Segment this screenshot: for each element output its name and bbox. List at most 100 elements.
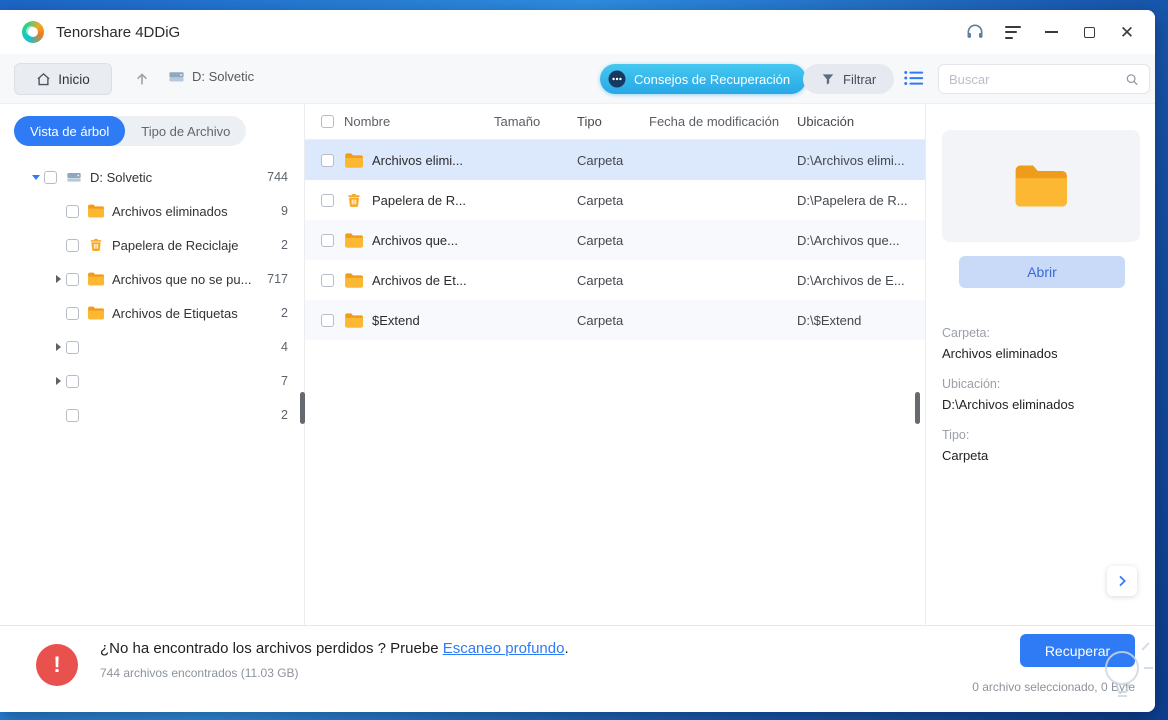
tab-file-type[interactable]: Tipo de Archivo — [125, 116, 246, 146]
column-header-name[interactable]: Nombre — [344, 114, 494, 129]
field-label-folder: Carpeta: — [942, 326, 990, 340]
row-checkbox[interactable] — [321, 153, 334, 167]
column-header-size[interactable]: Tamaño — [494, 114, 577, 129]
alert-icon: ! — [36, 644, 78, 686]
preview-panel: Abrir Carpeta: Archivos eliminados Ubica… — [925, 104, 1155, 625]
row-checkbox[interactable] — [321, 313, 334, 327]
preview-thumbnail — [942, 130, 1140, 242]
cell-name: Archivos que... — [372, 232, 458, 248]
tree-item-count: 7 — [281, 374, 288, 388]
maximize-icon — [1083, 26, 1095, 38]
minimize-button[interactable] — [1037, 18, 1065, 46]
maximize-button[interactable] — [1075, 18, 1103, 46]
cell-name: Archivos de Et... — [372, 272, 467, 288]
folder-icon — [88, 306, 105, 320]
row-checkbox[interactable] — [321, 273, 334, 287]
up-arrow-icon — [137, 73, 147, 85]
file-list: Nombre Tamaño Tipo Fecha de modificación… — [305, 104, 925, 625]
expand-arrow-icon[interactable] — [50, 271, 66, 287]
cell-location: D:\Archivos elimi... — [797, 152, 905, 168]
checkbox[interactable] — [66, 306, 79, 320]
tree-item[interactable]: Archivos que no se pu... 717 — [0, 262, 304, 296]
table-row[interactable]: Archivos elimi... Carpeta D:\Archivos elim… — [305, 140, 925, 180]
menu-button[interactable] — [999, 18, 1027, 46]
deep-scan-link[interactable]: Escaneo profundo — [443, 640, 565, 657]
table-row[interactable]: Archivos que... Carpeta D:\Archivos que... — [305, 220, 925, 260]
table-row[interactable]: Papelera de R... Carpeta D:\Papelera de R.… — [305, 180, 925, 220]
up-arrow-button[interactable] — [134, 71, 150, 92]
checkbox[interactable] — [66, 374, 79, 388]
trash-icon — [344, 192, 364, 209]
cell-type: Carpeta — [577, 192, 624, 208]
tree-item[interactable]: 4 — [0, 330, 304, 364]
list-view-button[interactable] — [903, 68, 925, 93]
trash-icon — [87, 237, 105, 253]
content-area: Vista de árbol Tipo de Archivo D: Solvet… — [0, 104, 1155, 625]
menu-icon — [1005, 25, 1021, 39]
filter-button[interactable]: Filtrar — [803, 64, 895, 94]
column-header-type[interactable]: Tipo — [577, 114, 649, 129]
checkbox[interactable] — [66, 204, 79, 218]
expand-arrow-icon[interactable] — [50, 373, 66, 389]
cell-type: Carpeta — [577, 272, 624, 288]
tree-item[interactable]: 2 — [0, 398, 304, 432]
headset-icon — [967, 24, 983, 38]
select-all-checkbox[interactable] — [321, 115, 334, 128]
open-button[interactable]: Abrir — [959, 256, 1125, 288]
tree-item[interactable]: Papelera de Reciclaje 2 — [0, 228, 304, 262]
table-scrollbar-thumb[interactable] — [915, 392, 920, 424]
tree-item-count: 4 — [281, 340, 288, 354]
expand-arrow-icon — [50, 237, 66, 253]
tree-item-count: 9 — [281, 204, 288, 218]
folder-icon — [344, 232, 364, 249]
recycle-bin-icon — [348, 193, 360, 207]
drive-icon — [67, 173, 81, 182]
current-drive[interactable]: D: Solvetic — [168, 68, 254, 85]
next-panel-button[interactable] — [1107, 566, 1137, 596]
tree-item-label: D: Solvetic — [90, 169, 153, 185]
recycle-bin-icon — [90, 238, 102, 252]
expand-arrow-icon — [50, 305, 66, 321]
tree-item[interactable]: 7 — [0, 364, 304, 398]
recovery-tips-button[interactable]: Consejos de Recuperación — [600, 64, 807, 94]
title-bar: Tenorshare 4DDiG ✕ — [0, 10, 1155, 54]
checkbox[interactable] — [66, 272, 79, 286]
folder-icon — [345, 152, 363, 168]
support-headset-button[interactable] — [961, 18, 989, 46]
checkbox[interactable] — [66, 408, 79, 422]
folder-preview-icon — [1015, 165, 1067, 207]
row-checkbox[interactable] — [321, 193, 334, 207]
home-button[interactable]: Inicio — [14, 63, 112, 95]
column-header-date[interactable]: Fecha de modificación — [649, 114, 797, 129]
row-checkbox[interactable] — [321, 233, 334, 247]
expand-arrow-icon[interactable] — [28, 169, 44, 185]
cell-name: Archivos elimi... — [372, 152, 464, 168]
checkbox[interactable] — [66, 238, 79, 252]
search-box — [938, 64, 1150, 94]
selection-status: 0 archivo seleccionado, 0 Byte — [972, 680, 1135, 694]
tree-item-label: Archivos que no se pu... — [112, 271, 252, 287]
tree-item[interactable]: Archivos de Etiquetas 2 — [0, 296, 304, 330]
tree-item[interactable]: Archivos eliminados 9 — [0, 194, 304, 228]
tree-item-label: Papelera de Reciclaje — [112, 237, 239, 253]
folder-icon — [87, 271, 105, 287]
table-row[interactable]: $Extend Carpeta D:\$Extend — [305, 300, 925, 340]
folder-icon — [345, 272, 363, 288]
expand-arrow-icon[interactable] — [50, 339, 66, 355]
checkbox[interactable] — [44, 170, 57, 184]
cell-location: D:\Papelera de R... — [797, 192, 908, 208]
table-row[interactable]: Archivos de Et... Carpeta D:\Archivos de E… — [305, 260, 925, 300]
current-drive-label: D: Solvetic — [192, 69, 255, 84]
close-button[interactable]: ✕ — [1113, 18, 1141, 46]
folder-icon — [345, 312, 363, 328]
folder-tree: D: Solvetic 744 Archivos eliminados 9 Papele… — [0, 160, 304, 432]
cell-name: $Extend — [372, 312, 420, 328]
search-input[interactable] — [949, 71, 1125, 87]
tree-item[interactable]: D: Solvetic 744 — [0, 160, 304, 194]
search-icon[interactable] — [1125, 72, 1139, 87]
recover-button[interactable]: Recuperar — [1020, 634, 1135, 667]
checkbox[interactable] — [66, 340, 79, 354]
cell-name: Papelera de R... — [372, 192, 466, 208]
tab-tree-view[interactable]: Vista de árbol — [14, 116, 126, 146]
column-header-location[interactable]: Ubicación — [797, 114, 925, 129]
